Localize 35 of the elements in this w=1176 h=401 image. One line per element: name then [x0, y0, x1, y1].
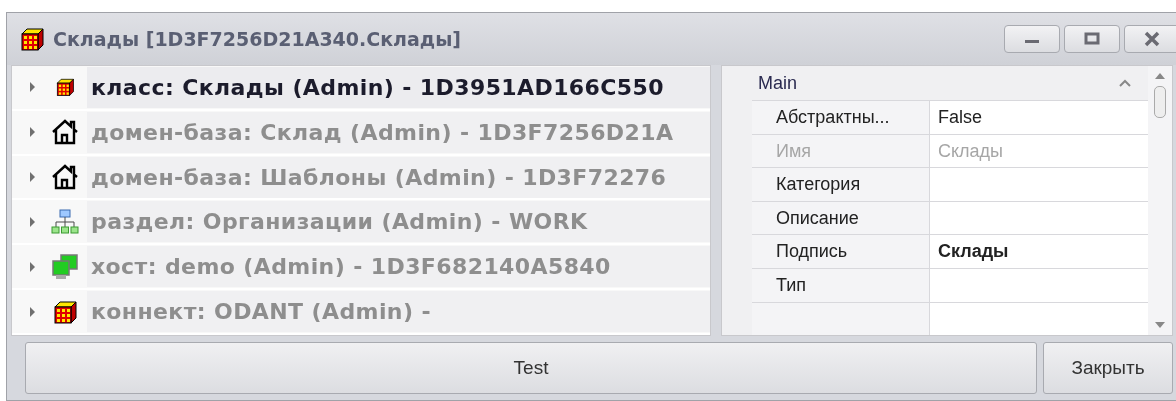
property-name: Подпись: [752, 235, 930, 268]
property-name: Категория: [752, 168, 930, 201]
scroll-up-icon[interactable]: [1154, 72, 1166, 80]
window-title: Склады [1D3F7256D21A340.Склады]: [53, 28, 463, 50]
property-name: Тип: [752, 269, 930, 302]
category-header[interactable]: Main: [758, 72, 797, 94]
house-icon: [51, 118, 79, 147]
expand-arrow-icon[interactable]: [30, 216, 35, 227]
close-icon: [1142, 31, 1162, 47]
property-name: Абстрактны...: [752, 101, 930, 134]
expand-arrow-icon[interactable]: [30, 172, 35, 183]
collapse-caret-icon[interactable]: [1118, 78, 1132, 89]
scroll-down-icon[interactable]: [1154, 321, 1166, 329]
maximize-icon: [1082, 32, 1102, 46]
property-value[interactable]: False: [930, 101, 1148, 134]
expand-arrow-icon[interactable]: [30, 127, 35, 138]
close-button[interactable]: [1124, 25, 1176, 53]
property-name: Имя: [752, 134, 930, 168]
expand-arrow-icon[interactable]: [30, 306, 35, 317]
expand-arrow-icon[interactable]: [30, 261, 35, 272]
property-name: Описание: [752, 201, 930, 235]
tree-item[interactable]: класс: Склады (Admin) - 1D3951AD166C550: [87, 66, 710, 108]
cube-icon: [19, 26, 45, 52]
cube-icon: [55, 77, 75, 98]
minimize-button[interactable]: [1004, 25, 1060, 53]
scroll-thumb[interactable]: [1154, 86, 1166, 118]
close-dialog-button[interactable]: Закрыть: [1043, 342, 1173, 394]
house-icon: [51, 163, 79, 192]
test-button[interactable]: Test: [25, 342, 1037, 394]
monitors-icon: [51, 252, 79, 281]
cube-icon: [52, 298, 78, 325]
network-icon: [51, 208, 79, 235]
maximize-button[interactable]: [1064, 25, 1120, 53]
expand-arrow-icon[interactable]: [30, 82, 35, 93]
property-value[interactable]: Склады: [930, 235, 1148, 268]
